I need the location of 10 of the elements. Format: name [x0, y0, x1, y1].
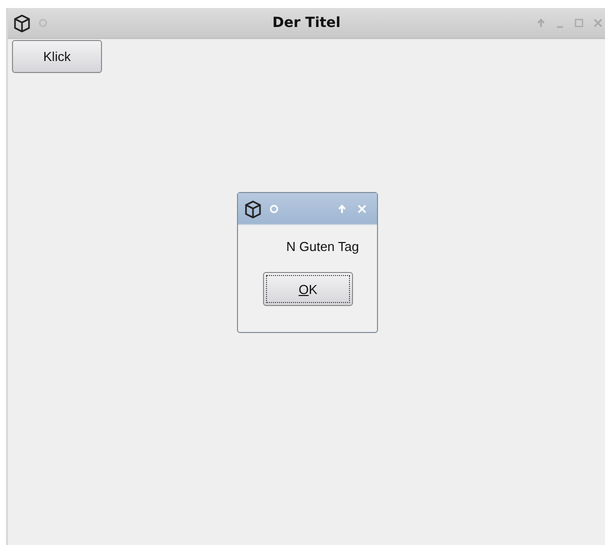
message-text: N Guten Tag	[286, 239, 359, 254]
cube-icon[interactable]	[243, 198, 263, 218]
close-icon[interactable]	[593, 18, 603, 28]
klick-button[interactable]: Klick	[12, 40, 102, 73]
circle-icon[interactable]	[38, 18, 48, 28]
cube-icon[interactable]	[12, 13, 32, 33]
window-title: Der Titel	[272, 15, 341, 31]
maximize-icon[interactable]	[574, 18, 584, 28]
ok-button[interactable]: OK	[263, 272, 353, 306]
arrow-up-icon[interactable]	[536, 18, 546, 28]
